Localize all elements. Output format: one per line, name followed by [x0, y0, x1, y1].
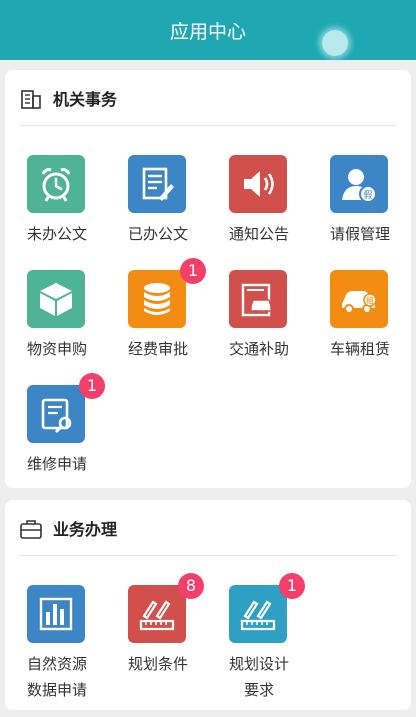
tile-label: 自然资源 数据申请 [26, 655, 87, 699]
notification-badge: 1 [180, 258, 206, 284]
section-title: 业务办理 [53, 520, 118, 539]
floating-assistive-button[interactable] [322, 30, 348, 56]
repair-document-icon [27, 385, 85, 443]
tile-label: 已办公文 [127, 225, 188, 243]
coins-stack-icon [128, 270, 186, 328]
user-leave-icon: 假 [330, 155, 388, 213]
svg-text:假: 假 [363, 190, 372, 201]
divider [20, 555, 396, 556]
app-header: 应用中心 [0, 0, 416, 60]
car-subsidy-icon [229, 270, 287, 328]
tile-label: 经费审批 [127, 340, 188, 358]
ruler-pen-icon [229, 585, 287, 643]
page-title: 应用中心 [169, 20, 246, 43]
svg-text:租: 租 [366, 297, 374, 306]
tile-label: 维修申请 [26, 455, 87, 473]
tile-label: 规划条件 [127, 655, 188, 673]
alarm-clock-icon [27, 155, 85, 213]
notification-badge: 8 [178, 573, 204, 599]
car-rental-icon: 租 [330, 270, 388, 328]
section-card-business-handling: 业务办理 自然资源 数据申请 8 规划条件 1 规划设计 要求 [5, 500, 411, 710]
briefcase-icon [20, 520, 42, 539]
tile-label: 交通补助 [228, 340, 289, 358]
speaker-icon [229, 155, 287, 213]
tile-label: 车辆租赁 [329, 340, 390, 358]
section-title: 机关事务 [53, 90, 118, 109]
tile-label: 未办公文 [26, 225, 87, 243]
section-card-government-affairs: 机关事务 未办公文 已办公文 通知公告 假 请假管理 物资申购 1 经费审批 交… [5, 70, 411, 488]
tile-label: 通知公告 [228, 225, 289, 243]
package-box-icon [27, 270, 85, 328]
tile-label: 物资申购 [26, 340, 87, 358]
tile-label: 规划设计 要求 [228, 655, 289, 699]
building-icon [21, 90, 41, 109]
notification-badge: 1 [79, 373, 105, 399]
section-header: 机关事务 [5, 70, 411, 125]
divider [20, 125, 396, 126]
document-edit-icon [128, 155, 186, 213]
tile-label: 请假管理 [329, 225, 390, 243]
bar-chart-icon [27, 585, 85, 643]
ruler-pen-icon [128, 585, 186, 643]
section-header: 业务办理 [5, 500, 411, 555]
notification-badge: 1 [279, 573, 305, 599]
